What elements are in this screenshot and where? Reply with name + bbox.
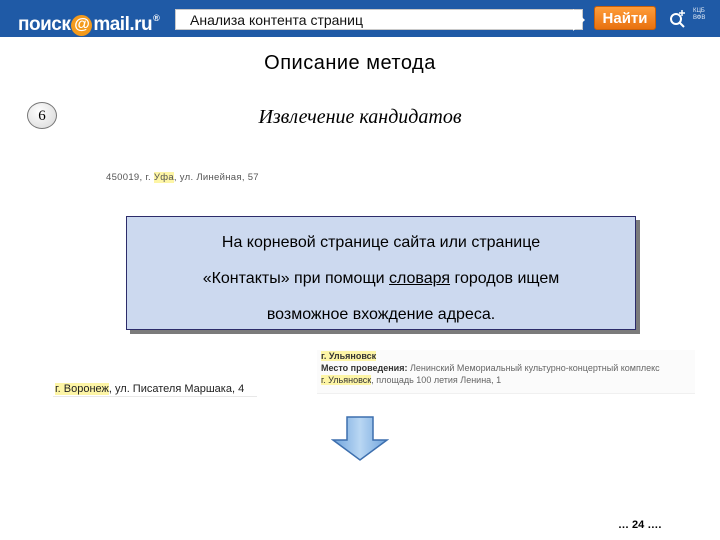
callout-line-1: На корневой странице сайта или странице: [221, 234, 541, 251]
mail-ru-logo[interactable]: поиск @ mail.ru®: [18, 6, 160, 36]
header-caption: КЦБ ВФВ: [693, 8, 705, 22]
callout-line-2: «Контакты» при помощи словаря городов ищ…: [127, 261, 635, 297]
logo-text-post: mail.ru: [93, 14, 153, 35]
address2-row-1: г. Ульяновск: [317, 350, 695, 362]
address2-city-highlight-2: г. Ульяновск: [321, 375, 372, 385]
address-snippet-ufa: 450019, г. Уфа, ул. Линейная, 57: [106, 172, 259, 183]
search-input-value: Анализа контента страниц: [190, 12, 363, 28]
address2-row-3: г. Ульяновск, площадь 100 летия Ленина, …: [317, 374, 695, 386]
address2-row-2: Место проведения: Ленинский Мемориальный…: [317, 362, 695, 374]
logo-text-pre: поиск: [18, 14, 71, 35]
page-number: … 24 ….: [618, 519, 662, 531]
address2-city-highlight: г. Ульяновск: [321, 351, 377, 361]
arrow-down-icon: [331, 416, 389, 461]
callout-line-2-before: «Контакты» при помощи: [202, 270, 389, 287]
address2-venue-label: Место проведения:: [321, 363, 408, 373]
address1-prefix: 450019, г.: [106, 172, 154, 183]
callout-line-2-after: городов ищем: [450, 270, 560, 287]
header-caption-bottom: ВФВ: [693, 15, 706, 21]
method-callout: На корневой странице сайта или странице …: [126, 216, 636, 330]
search-input-arrow: [573, 9, 585, 31]
address3-city-highlight: г. Воронеж: [55, 383, 109, 395]
address-snippet-ulyanovsk: г. Ульяновск Место проведения: Ленинский…: [317, 350, 695, 394]
address3-street: , ул. Писателя Маршака, 4: [108, 383, 245, 395]
search-input[interactable]: Анализа контента страниц: [175, 9, 583, 30]
dictionary-link[interactable]: словаря: [389, 270, 450, 287]
slide-subtitle: Извлечение кандидатов: [258, 106, 462, 128]
address1-street: , ул. Линейная, 57: [173, 172, 259, 183]
address-snippet-voronezh: г. Воронеж, ул. Писателя Маршака, 4: [53, 381, 257, 397]
slide-title: Описание метода: [264, 52, 436, 74]
logo-registered-mark: ®: [153, 13, 160, 23]
address2-venue-text: Ленинский Мемориальный культурно-концерт…: [407, 363, 660, 373]
callout-line-3: возможное вхождение адреса.: [266, 306, 496, 323]
at-sign-icon: @: [71, 15, 93, 36]
address1-city-highlight: Уфа: [153, 172, 174, 183]
address2-street: , площадь 100 летия Ленина, 1: [371, 375, 502, 385]
header-caption-top: КЦБ: [693, 8, 705, 14]
magnifier-plus-icon[interactable]: [668, 8, 688, 28]
browser-header: поиск @ mail.ru® Анализа контента страниц …: [0, 0, 720, 37]
find-button[interactable]: Найти: [594, 6, 656, 30]
